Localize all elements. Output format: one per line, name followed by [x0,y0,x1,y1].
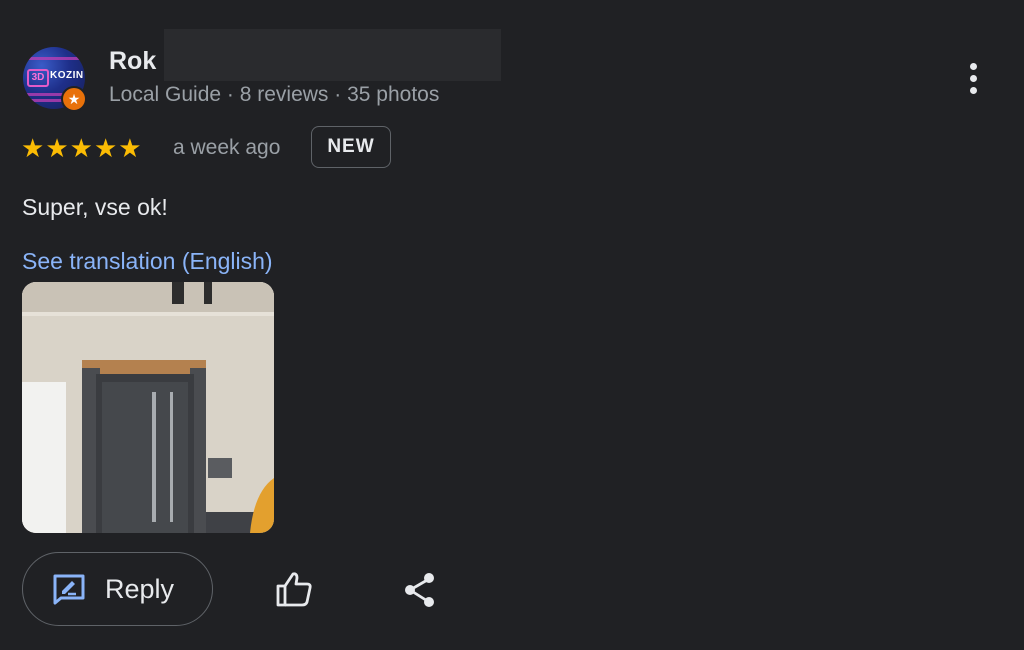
local-guide-badge-icon: ★ [61,86,87,112]
reply-label: Reply [105,573,175,604]
reply-button[interactable]: Reply [22,552,213,626]
star-icon: ★ [118,133,142,163]
review-photo[interactable] [22,282,274,533]
redacted-surname [164,29,501,81]
star-rating: ★ ★ ★ ★ ★ [21,133,142,163]
thumbs-up-icon[interactable] [274,570,314,613]
door-photo-image [22,282,274,533]
new-badge: NEW [311,126,391,168]
review-time: a week ago [173,136,281,159]
avatar-logo-text: KOZIN [50,70,84,81]
star-icon: ★ [21,133,45,163]
share-icon[interactable] [402,571,438,614]
reviewer-name[interactable]: Rok [109,47,156,76]
avatar-decoration [23,57,85,60]
star-icon: ★ [45,133,69,163]
review-text: Super, vse ok! [22,194,168,220]
avatar-logo-mark: 3D [27,69,49,87]
star-icon: ★ [93,133,118,163]
see-translation-link[interactable]: See translation (English) [22,248,273,275]
reviewer-meta: Local Guide · 8 reviews · 35 photos [109,83,440,106]
more-vert-icon[interactable] [958,58,988,98]
star-icon: ★ [69,133,93,163]
reply-icon [53,574,85,605]
